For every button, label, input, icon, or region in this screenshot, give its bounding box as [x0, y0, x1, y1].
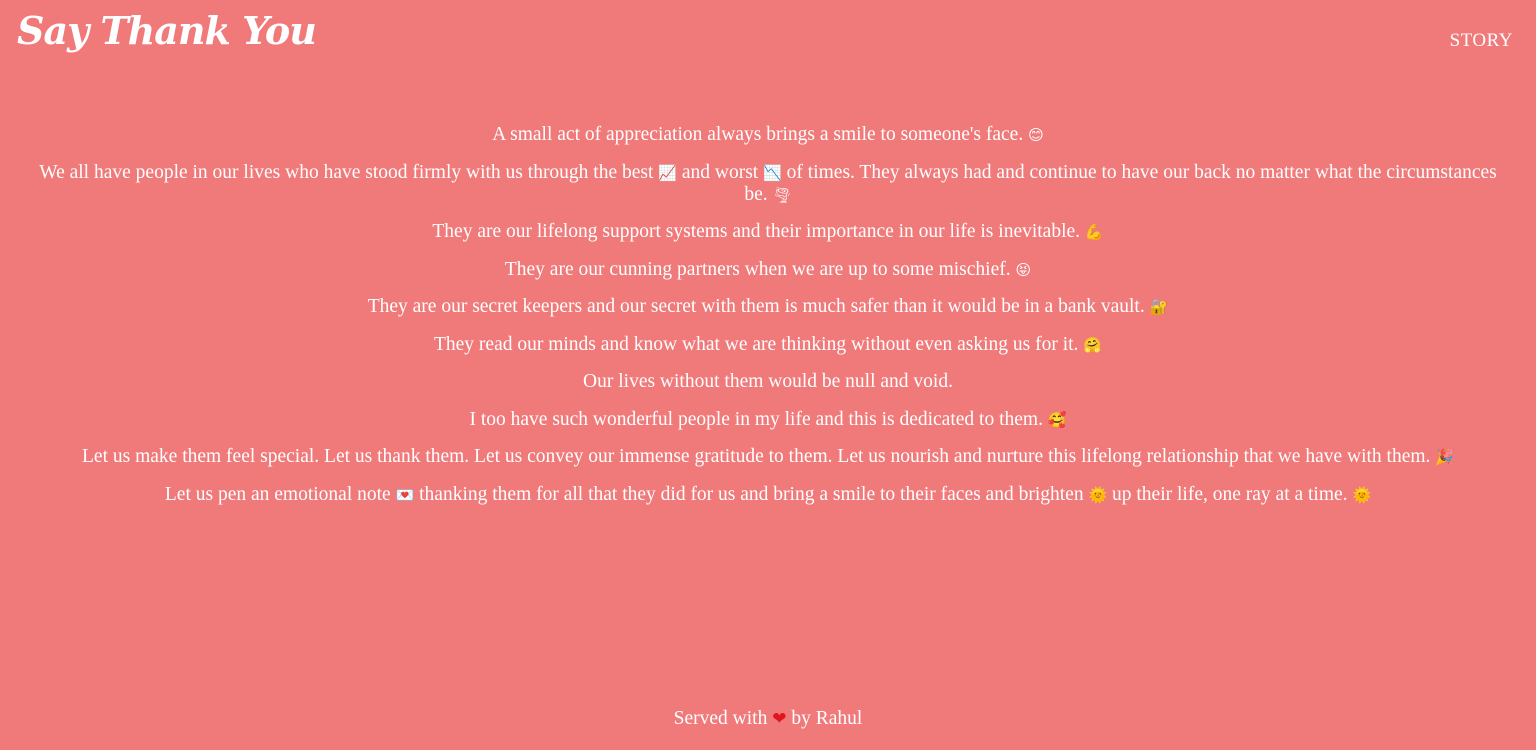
site-header: Say Thank You STORY [0, 0, 1536, 80]
footer-text-prefix: Served with [673, 708, 768, 729]
story-text: They are our secret keepers and our secr… [367, 296, 1145, 317]
story-text: A small act of appreciation always bring… [492, 124, 1024, 145]
story-text: and worst [681, 161, 759, 183]
sun-face-emoji-icon: 🌞 [1352, 485, 1372, 504]
hugging-face-emoji-icon: 🤗 [1083, 335, 1102, 354]
story-text: thanking them for all that they did for … [419, 483, 1084, 505]
story-text: They read our minds and know what we are… [433, 333, 1079, 355]
site-logo-title[interactable]: Say Thank You [17, 8, 317, 53]
story-paragraph-10: Let us pen an emotional note 💌 thanking … [30, 484, 1506, 506]
sun-face-emoji-icon: 🌞 [1088, 485, 1108, 504]
smile-emoji-icon: 😊 [1028, 126, 1044, 144]
story-paragraph-2: We all have people in our lives who have… [30, 162, 1506, 206]
story-text: I too have such wonderful people in my l… [469, 408, 1043, 430]
smiling-hearts-emoji-icon: 🥰 [1047, 410, 1067, 429]
story-text: of times. They always had and continue t… [744, 161, 1497, 205]
footer-author: by Rahul [791, 708, 863, 729]
love-letter-emoji-icon: 💌 [395, 485, 415, 504]
story-paragraph-3: They are our lifelong support systems an… [30, 221, 1506, 243]
story-text: Our lives without them would be null and… [583, 371, 953, 392]
flexed-biceps-emoji-icon: 💪 [1084, 223, 1104, 241]
story-text: They are our lifelong support systems an… [432, 221, 1081, 242]
heart-icon: ❤ [772, 709, 787, 729]
story-content: A small act of appreciation always bring… [30, 124, 1506, 521]
story-text: They are our cunning partners when we ar… [504, 258, 1011, 280]
site-footer: Served with ❤ by Rahul [0, 708, 1536, 730]
story-text: Let us make them feel special. Let us th… [82, 446, 1431, 467]
nav-link-story[interactable]: STORY [1450, 30, 1513, 52]
tornado-emoji-icon: 🌪 [772, 185, 792, 204]
tongue-out-emoji-icon: 😝 [1015, 260, 1032, 279]
story-text: up their life, one ray at a time. [1112, 483, 1348, 505]
story-paragraph-6: They read our minds and know what we are… [30, 334, 1506, 356]
story-text: Let us pen an emotional note [164, 483, 391, 505]
story-paragraph-8: I too have such wonderful people in my l… [30, 409, 1506, 431]
story-paragraph-5: They are our secret keepers and our secr… [30, 296, 1506, 318]
story-paragraph-4: They are our cunning partners when we ar… [30, 259, 1506, 281]
lock-key-emoji-icon: 🔐 [1149, 298, 1169, 316]
chart-down-emoji-icon: 📉 [763, 163, 782, 182]
party-popper-emoji-icon: 🎉 [1435, 448, 1454, 466]
story-paragraph-7: Our lives without them would be null and… [30, 371, 1506, 393]
story-paragraph-1: A small act of appreciation always bring… [30, 124, 1506, 146]
story-paragraph-9: Let us make them feel special. Let us th… [30, 446, 1506, 468]
chart-up-emoji-icon: 📈 [658, 163, 677, 182]
story-text: We all have people in our lives who have… [39, 161, 654, 183]
